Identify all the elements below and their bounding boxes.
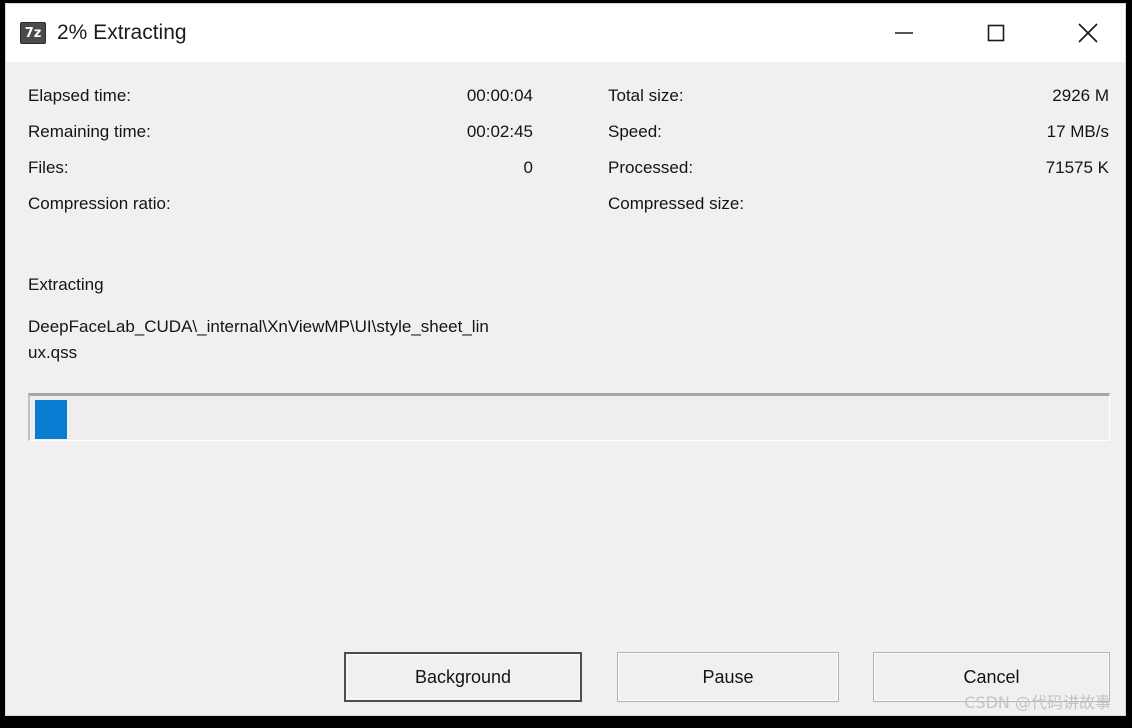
stat-remaining-time: Remaining time: 00:02:45 [28, 122, 533, 158]
stat-files: Files: 0 [28, 158, 533, 194]
title-bar-left-group: 7z 2% Extracting [20, 4, 187, 62]
cancel-button-label: Cancel [963, 666, 1020, 687]
stat-value: 71575 K [1045, 158, 1109, 177]
maximize-button[interactable] [965, 4, 1027, 62]
stat-label: Elapsed time: [28, 86, 131, 105]
stat-elapsed-time: Elapsed time: 00:00:04 [28, 86, 533, 122]
seven-zip-progress-dialog: 7z 2% Extracting Elapsed time: 00:00:04 … [5, 3, 1126, 716]
background-button[interactable]: Background [344, 652, 582, 702]
pause-button-label: Pause [702, 666, 754, 687]
stat-label: Files: [28, 158, 69, 177]
background-button-label: Background [414, 666, 512, 687]
stat-value: 00:02:45 [466, 122, 533, 141]
stat-total-size: Total size: 2926 M [608, 86, 1109, 122]
stat-compression-ratio: Compression ratio: [28, 194, 533, 230]
stat-label: Compressed size: [608, 194, 745, 213]
minimize-icon [892, 21, 916, 45]
maximize-icon [984, 21, 1008, 45]
window-title: 2% Extracting [57, 21, 187, 44]
watermark: CSDN @代码讲故事 [964, 693, 1111, 712]
window-title-bar: 7z 2% Extracting [6, 4, 1125, 62]
stat-value: 0 [523, 158, 533, 177]
stat-speed: Speed: 17 MB/s [608, 122, 1109, 158]
operation-file-path: DeepFaceLab_CUDA\_internal\XnViewMP\UI\s… [28, 317, 489, 362]
stat-value: 17 MB/s [1046, 122, 1109, 141]
progress-bar [28, 393, 1110, 441]
close-button[interactable] [1057, 4, 1119, 62]
stat-label: Compression ratio: [28, 194, 171, 213]
minimize-button[interactable] [873, 4, 935, 62]
close-icon [1075, 20, 1101, 46]
pause-button[interactable]: Pause [617, 652, 839, 702]
stat-processed: Processed: 71575 K [608, 158, 1109, 194]
stat-label: Processed: [608, 158, 694, 177]
seven-zip-icon: 7z [20, 22, 46, 44]
progress-bar-fill [35, 400, 67, 439]
stat-label: Speed: [608, 122, 662, 141]
operation-label: Extracting [28, 275, 104, 294]
stat-value: 00:00:04 [466, 86, 533, 105]
stat-value: 2926 M [1052, 86, 1109, 105]
seven-zip-icon-label: 7z [24, 25, 42, 41]
stat-label: Remaining time: [28, 122, 151, 141]
stat-label: Total size: [608, 86, 684, 105]
stat-compressed-size: Compressed size: [608, 194, 1109, 230]
